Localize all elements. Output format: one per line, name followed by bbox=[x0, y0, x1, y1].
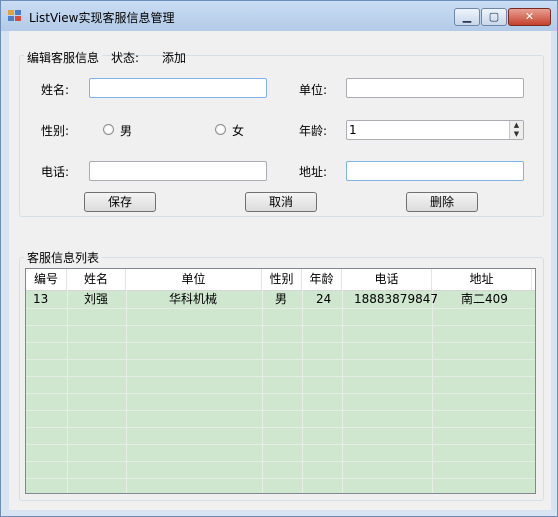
grid-line bbox=[126, 290, 127, 493]
status-label: 状态: bbox=[111, 51, 140, 65]
title-bar[interactable]: ListView实现客服信息管理 ▁ ▢ ✕ bbox=[1, 1, 557, 31]
phone-input[interactable] bbox=[89, 161, 267, 181]
age-stepper[interactable]: 1 ▲ ▼ bbox=[346, 120, 524, 140]
app-icon bbox=[8, 10, 21, 21]
list-group-legend: 客服信息列表 bbox=[24, 249, 103, 266]
grid-line bbox=[26, 325, 535, 326]
minimize-icon: ▁ bbox=[462, 10, 472, 23]
maximize-icon: ▢ bbox=[488, 10, 500, 23]
phone-label: 电话: bbox=[41, 165, 70, 179]
age-label: 年龄: bbox=[299, 124, 328, 138]
column-header-age[interactable]: 年龄 bbox=[302, 269, 342, 290]
close-button[interactable]: ✕ bbox=[508, 8, 551, 26]
age-spinner[interactable]: ▲ ▼ bbox=[509, 121, 523, 139]
grid-line bbox=[26, 461, 535, 462]
male-radio[interactable] bbox=[103, 124, 114, 135]
edit-group-legend: 编辑客服信息 bbox=[24, 49, 103, 66]
cell-gender: 男 bbox=[275, 292, 288, 306]
column-header-name[interactable]: 姓名 bbox=[67, 269, 126, 290]
female-label[interactable]: 女 bbox=[232, 122, 244, 139]
address-label: 地址: bbox=[299, 165, 328, 179]
gender-label: 性别: bbox=[41, 124, 70, 138]
customer-listview[interactable]: 编号 姓名 单位 性别 年龄 电话 地址 13 刘强 华科机械 男 24 188… bbox=[25, 268, 536, 494]
age-value: 1 bbox=[349, 123, 357, 137]
cell-phone: 18883879847 bbox=[354, 292, 438, 306]
grid-line bbox=[26, 393, 535, 394]
column-header-address[interactable]: 地址 bbox=[432, 269, 532, 290]
cell-id: 13 bbox=[33, 292, 49, 306]
grid-line bbox=[302, 290, 303, 493]
grid-line bbox=[26, 444, 535, 445]
grid-line bbox=[26, 342, 535, 343]
spin-up-icon[interactable]: ▲ bbox=[510, 121, 523, 130]
grid-line bbox=[26, 478, 535, 479]
female-radio[interactable] bbox=[215, 124, 226, 135]
main-window: ListView实现客服信息管理 ▁ ▢ ✕ 编辑客服信息 状态: 添加 姓名:… bbox=[0, 0, 558, 517]
cell-address: 南二409 bbox=[461, 292, 508, 306]
grid-line bbox=[26, 376, 535, 377]
name-input[interactable] bbox=[89, 78, 267, 98]
delete-button[interactable]: 删除 bbox=[406, 192, 478, 212]
grid-line bbox=[67, 290, 68, 493]
grid-line bbox=[342, 290, 343, 493]
cancel-button[interactable]: 取消 bbox=[245, 192, 317, 212]
cell-age: 24 bbox=[316, 292, 332, 306]
grid-line bbox=[26, 308, 535, 309]
grid-line bbox=[432, 290, 433, 493]
minimize-button[interactable]: ▁ bbox=[454, 8, 480, 26]
cell-name: 刘强 bbox=[84, 292, 109, 306]
address-input[interactable] bbox=[346, 161, 524, 181]
close-icon: ✕ bbox=[524, 10, 535, 23]
maximize-button[interactable]: ▢ bbox=[481, 8, 507, 26]
male-label[interactable]: 男 bbox=[120, 122, 132, 139]
status-value: 添加 bbox=[162, 51, 187, 65]
spin-down-icon[interactable]: ▼ bbox=[510, 130, 523, 139]
column-header-id[interactable]: 编号 bbox=[26, 269, 67, 290]
cell-unit: 华科机械 bbox=[169, 292, 218, 306]
column-header-unit[interactable]: 单位 bbox=[126, 269, 262, 290]
grid-line bbox=[262, 290, 263, 493]
grid-line bbox=[26, 359, 535, 360]
column-header-gender[interactable]: 性别 bbox=[262, 269, 302, 290]
client-area: 编辑客服信息 状态: 添加 姓名: 单位: 性别: 男 女 年龄: 1 ▲ ▼ … bbox=[9, 31, 551, 510]
name-label: 姓名: bbox=[41, 83, 70, 97]
window-title: ListView实现客服信息管理 bbox=[29, 11, 175, 25]
unit-input[interactable] bbox=[346, 78, 524, 98]
grid-line bbox=[26, 427, 535, 428]
grid-line bbox=[26, 410, 535, 411]
unit-label: 单位: bbox=[299, 83, 328, 97]
save-button[interactable]: 保存 bbox=[84, 192, 156, 212]
listview-header: 编号 姓名 单位 性别 年龄 电话 地址 bbox=[26, 269, 535, 291]
column-header-phone[interactable]: 电话 bbox=[342, 269, 432, 290]
